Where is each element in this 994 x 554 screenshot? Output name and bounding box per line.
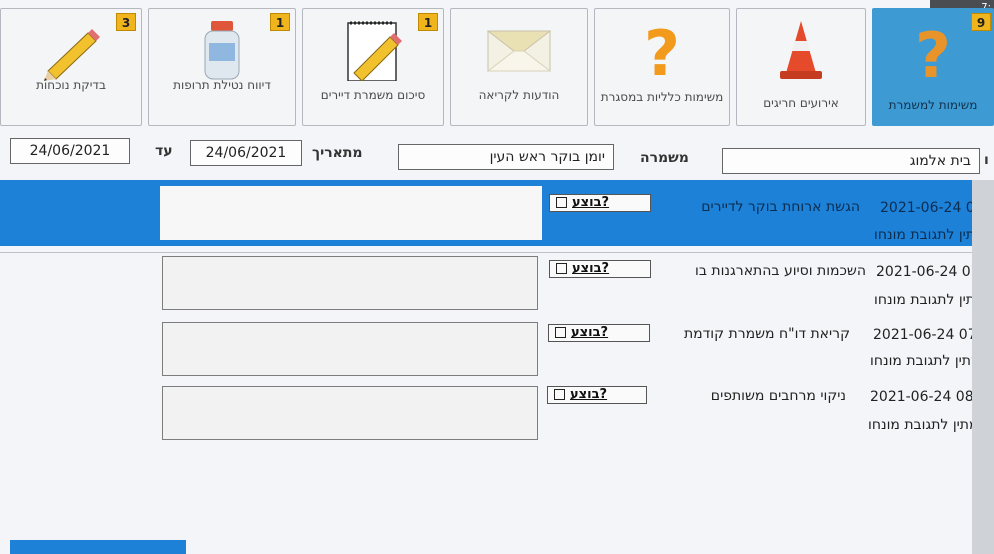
badge-count: 1 [418,13,438,31]
checkbox[interactable] [554,389,565,400]
tab-general-tasks[interactable]: ? משימות כלליות במסגרת [594,8,730,126]
task-title: קריאת דו"ח משמרת קודמת [683,326,850,342]
task-note-field[interactable] [162,386,538,440]
done-label: בוצע? [570,387,608,402]
tab-resident-shift-summary[interactable]: 1 סיכום משמרת דיירים [302,8,444,126]
question-mark-icon: ? [644,19,680,81]
tab-label: דיווח נטילת תרופות [173,78,271,92]
svg-text:?: ? [644,19,680,81]
tab-shift-tasks[interactable]: 9 ? משימות למשמרת [872,8,994,126]
done-label: בוצע? [571,325,609,340]
task-row[interactable]: בוצע? קריאת דו"ח משמרת קודמת 2021-06-24 … [0,320,994,384]
done-label: בוצע? [572,195,610,210]
to-date-label: עד [155,143,173,159]
task-note-field[interactable] [160,186,542,240]
app-screen: 7: 3 בדיקת נוכחות 1 דיווח נטילת תרופות 1 [0,0,994,554]
from-date-label: מתאריך [312,145,363,161]
task-note-field[interactable] [162,256,538,310]
done-toggle[interactable]: בוצע? [549,194,651,212]
bottom-action-bar[interactable] [10,540,186,554]
checkbox[interactable] [555,327,566,338]
badge-count: 9 [971,13,991,31]
badge-count: 1 [270,13,290,31]
tab-label: סיכום משמרת דיירים [320,88,426,102]
task-title: הגשת ארוחת בוקר לדיירים [701,199,860,215]
done-toggle[interactable]: בוצע? [548,324,650,342]
task-status: ממתין לתגובת מונחו [868,417,988,433]
tab-label: הודעות לקריאה [478,88,560,102]
svg-text:?: ? [915,19,951,81]
tab-messages[interactable]: הודעות לקריאה [450,8,588,126]
badge-count: 3 [116,13,136,31]
facility-label: ו [984,152,989,168]
envelope-icon [486,30,552,72]
question-mark-icon: ? [915,19,951,81]
filter-bar: ו בית אלמוג משמרה יומן בוקר ראש העין מתא… [0,126,994,180]
facility-select[interactable]: בית אלמוג [722,148,980,174]
tab-special-events[interactable]: אירועים חריגים [736,8,866,126]
to-date-field[interactable]: 24/06/2021 [10,138,130,164]
task-title: השכמות וסיוע בהתארגנות בו [695,263,866,279]
from-date-field[interactable]: 24/06/2021 [190,140,302,166]
task-note-field[interactable] [162,322,538,376]
done-toggle[interactable]: בוצע? [549,260,651,278]
tab-label: משימות כלליות במסגרת [600,90,724,104]
shift-label: משמרה [640,150,689,166]
pencil-icon [44,29,100,81]
task-list: בוצע? הגשת ארוחת בוקר לדיירים 2021-06-24… [0,180,994,554]
row-divider [0,252,994,253]
tab-label: אירועים חריגים [763,96,839,110]
notepad-pencil-icon [347,21,402,81]
medicine-bottle-icon [204,21,240,80]
tab-bar: 3 בדיקת נוכחות 1 דיווח נטילת תרופות 1 סי… [0,2,994,126]
task-row[interactable]: בוצע? השכמות וסיוע בהתארגנות בו 2021-06-… [0,254,994,318]
screen-edge [972,180,994,554]
shift-select[interactable]: יומן בוקר ראש העין [398,144,614,170]
tab-label: משימות למשמרת [888,98,978,112]
done-label: בוצע? [572,261,610,276]
task-row[interactable]: בוצע? ניקוי מרחבים משותפים 2021-06-24 08… [0,384,994,450]
checkbox[interactable] [556,197,567,208]
task-row[interactable]: בוצע? הגשת ארוחת בוקר לדיירים 2021-06-24… [0,180,994,246]
tab-label: בדיקת נוכחות [36,78,106,92]
task-title: ניקוי מרחבים משותפים [710,388,846,404]
traffic-cone-icon [780,21,822,79]
checkbox[interactable] [556,263,567,274]
tab-attendance-check[interactable]: 3 בדיקת נוכחות [0,8,142,126]
done-toggle[interactable]: בוצע? [547,386,647,404]
tab-medication-report[interactable]: 1 דיווח נטילת תרופות [148,8,296,126]
